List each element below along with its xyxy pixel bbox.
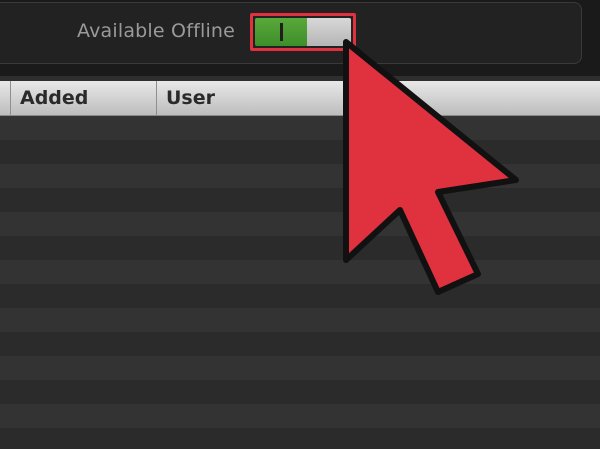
table-row[interactable] <box>0 356 600 380</box>
toggle-on-mark-icon <box>279 23 283 41</box>
table-row[interactable] <box>0 332 600 356</box>
table-row[interactable] <box>0 428 600 449</box>
app-window: Available Offline Added User <box>0 0 600 449</box>
arrow-pointer-icon <box>343 39 519 295</box>
column-header-added[interactable]: Added <box>20 87 88 109</box>
column-header-user[interactable]: User <box>166 87 215 109</box>
available-offline-label: Available Offline <box>77 20 236 42</box>
column-divider[interactable] <box>156 81 157 115</box>
column-divider[interactable] <box>10 81 11 115</box>
table-row[interactable] <box>0 380 600 404</box>
toggle-on-segment[interactable] <box>255 18 307 46</box>
table-row[interactable] <box>0 308 600 332</box>
table-row[interactable] <box>0 404 600 428</box>
